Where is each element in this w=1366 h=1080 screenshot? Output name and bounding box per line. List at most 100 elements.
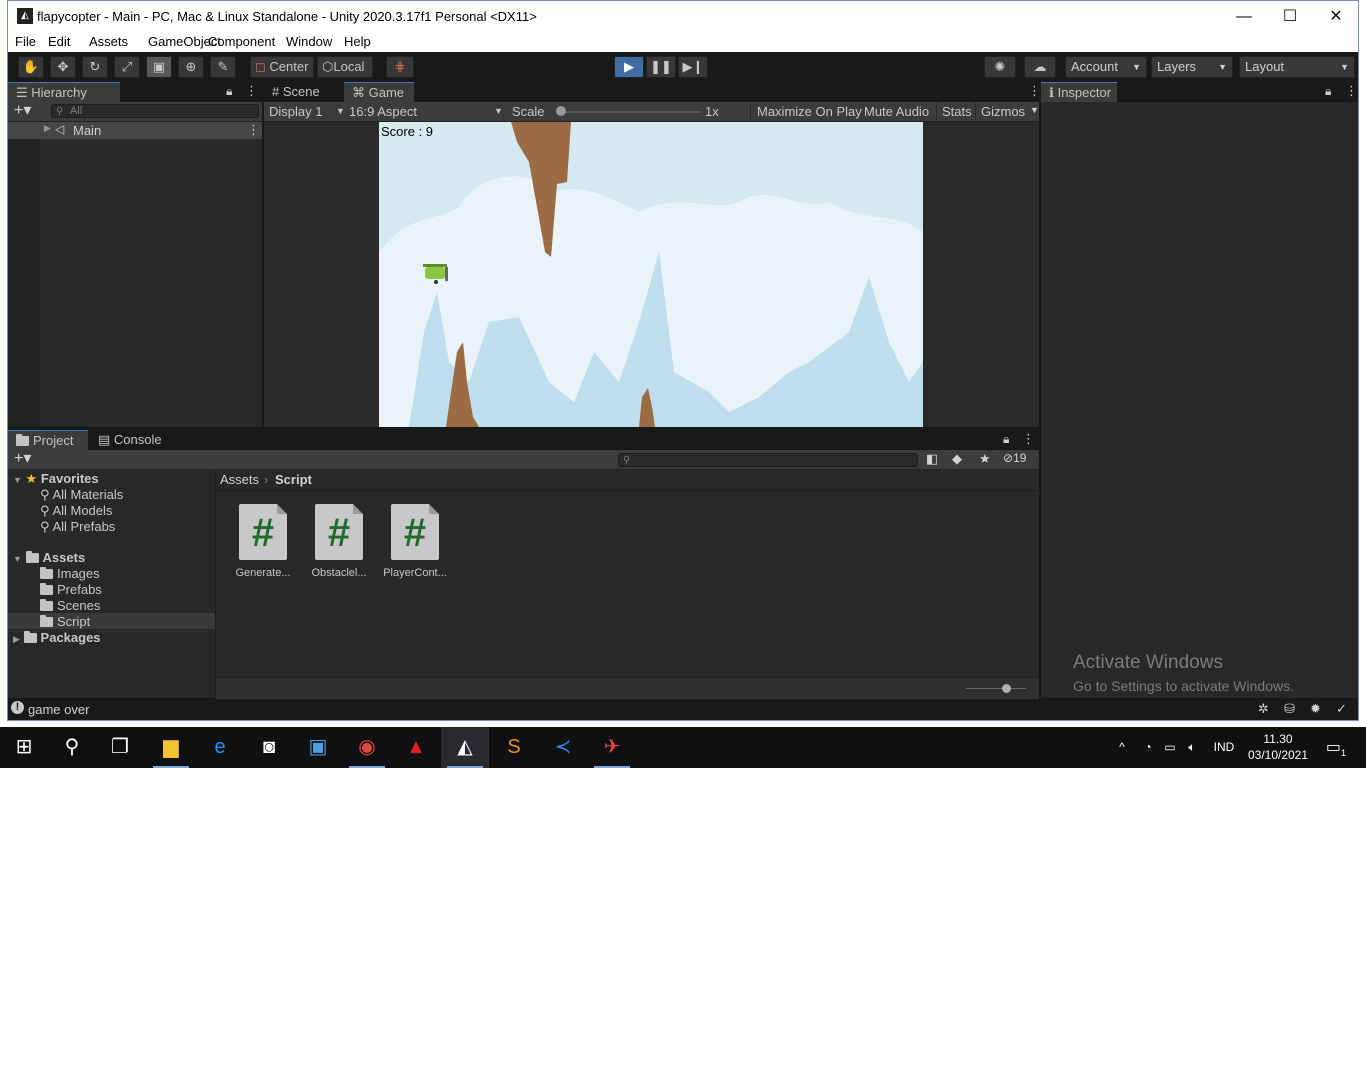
progress-check-icon[interactable]: ✓	[1336, 701, 1347, 717]
script-asset[interactable]: # Generate...	[223, 504, 303, 579]
transform-tool-icon[interactable]: ⊕	[178, 56, 204, 78]
expand-arrow-icon[interactable]: ▶	[44, 123, 51, 134]
close-button[interactable]: ✕	[1313, 1, 1359, 32]
lock-icon[interactable]: 🔒︎	[1003, 432, 1009, 447]
file-explorer-icon[interactable]: ▆	[147, 727, 195, 768]
star-icon[interactable]: ★	[979, 451, 991, 467]
step-button[interactable]: ▶❙	[678, 56, 708, 78]
status-message[interactable]: game over	[28, 702, 89, 717]
custom-tool-icon[interactable]: ✎	[210, 56, 236, 78]
layout-dropdown[interactable]: Layout ▼	[1239, 56, 1355, 78]
cache-icon[interactable]: ⛁	[1284, 701, 1295, 717]
sublime-text-icon[interactable]: S	[490, 727, 538, 768]
hierarchy-row-main[interactable]: ▶ ◁ Main ⋮	[8, 122, 262, 139]
assets-group[interactable]: ▼ Assets	[13, 550, 85, 565]
move-tool-icon[interactable]: ✥	[50, 56, 76, 78]
rect-tool-icon[interactable]: ▣	[146, 56, 172, 78]
hierarchy-search-input[interactable]: ⚲ All	[51, 104, 259, 118]
rotate-tool-icon[interactable]: ↻	[82, 56, 108, 78]
menu-component[interactable]: Component	[208, 34, 275, 49]
scale-tool-icon[interactable]: ⤢	[114, 56, 140, 78]
task-view-icon[interactable]: ❐	[96, 727, 144, 768]
tab-game[interactable]: ⌘ Game	[344, 82, 414, 102]
play-button[interactable]: ▶	[614, 56, 644, 78]
vscode-icon[interactable]: ≺	[539, 727, 587, 768]
chevron-down-icon[interactable]: ▼	[1030, 105, 1039, 115]
clock[interactable]: 11.30 03/10/2021	[1246, 727, 1310, 768]
icon-size-slider-handle[interactable]	[1002, 684, 1011, 693]
favorite-item[interactable]: ⚲ All Models	[40, 503, 112, 519]
folder-item-selected[interactable]: Script	[40, 614, 90, 629]
filter-type-icon[interactable]: ◧	[926, 451, 938, 467]
cloud-icon[interactable]: ☁	[1024, 56, 1056, 78]
menu-file[interactable]: File	[15, 34, 36, 49]
search-icon[interactable]: ⚲	[48, 727, 96, 768]
pivot-local-toggle[interactable]: ⬡Local	[317, 56, 373, 78]
lock-icon[interactable]: 🔒︎	[226, 84, 232, 99]
gizmos-toggle[interactable]: Gizmos	[975, 102, 1025, 121]
windows-start-icon[interactable]: ⊞	[0, 727, 48, 768]
grid-snap-icon[interactable]: ⋕	[386, 56, 414, 78]
pause-button[interactable]: ❚❚	[646, 56, 676, 78]
unity-icon[interactable]: ◭	[441, 727, 489, 768]
script-asset[interactable]: # Obstaclel...	[299, 504, 379, 579]
account-dropdown[interactable]: Account ▼	[1065, 56, 1147, 78]
display-dropdown[interactable]: Display 1 ▼	[269, 102, 345, 121]
game-canvas[interactable]	[379, 122, 923, 427]
acrobat-icon[interactable]: ▲	[392, 727, 440, 768]
stats-toggle[interactable]: Stats	[936, 102, 972, 121]
kebab-menu-icon[interactable]: ⋮	[1345, 83, 1358, 99]
favorite-item[interactable]: ⚲ All Materials	[40, 487, 123, 503]
scale-slider-handle[interactable]	[556, 106, 566, 116]
maximize-on-play-toggle[interactable]: Maximize On Play	[750, 102, 865, 121]
menu-assets[interactable]: Assets	[89, 34, 128, 49]
hand-tool-icon[interactable]: ✋	[18, 56, 44, 78]
edge-icon[interactable]: e	[196, 727, 244, 768]
kebab-menu-icon[interactable]: ⋮	[1028, 83, 1041, 99]
breadcrumb-current[interactable]: Script	[275, 472, 312, 487]
add-icon[interactable]: +▾	[14, 102, 31, 120]
menu-window[interactable]: Window	[286, 34, 332, 49]
lock-icon[interactable]: 🔒︎	[1325, 84, 1331, 99]
hidden-packages-toggle[interactable]: ⊘19	[1003, 451, 1026, 465]
battery-icon[interactable]: ▭	[1158, 727, 1182, 768]
chrome-icon[interactable]: ◉	[343, 727, 391, 768]
auto-generate-icon[interactable]: ✹	[1310, 701, 1321, 717]
menu-help[interactable]: Help	[344, 34, 371, 49]
add-icon[interactable]: +▾	[14, 450, 31, 468]
layers-dropdown[interactable]: Layers ▼	[1151, 56, 1233, 78]
tab-inspector[interactable]: ℹ Inspector	[1041, 82, 1117, 102]
scale-slider-track[interactable]	[556, 111, 701, 113]
icon-size-slider-track[interactable]	[966, 688, 1026, 689]
kebab-menu-icon[interactable]: ⋮	[1022, 431, 1035, 447]
maximize-button[interactable]: ☐	[1267, 1, 1313, 32]
packages-group[interactable]: ▶ Packages	[13, 630, 101, 645]
minimize-button[interactable]: —	[1221, 1, 1267, 32]
tab-hierarchy[interactable]: ☰ Hierarchy	[8, 82, 120, 102]
kebab-menu-icon[interactable]: ⋮	[245, 83, 258, 99]
tab-project[interactable]: Project	[8, 430, 88, 450]
volume-icon[interactable]: 🔈︎	[1180, 727, 1204, 768]
folder-item[interactable]: Prefabs	[40, 582, 102, 597]
favorites-group[interactable]: ▼ ★ Favorites	[13, 471, 99, 487]
aspect-dropdown[interactable]: 16:9 Aspect ▼	[349, 102, 504, 121]
filter-label-icon[interactable]: ◆	[952, 451, 962, 467]
pivot-center-toggle[interactable]: ◻ Center	[250, 56, 314, 78]
favorite-item[interactable]: ⚲ All Prefabs	[40, 519, 115, 535]
folder-item[interactable]: Images	[40, 566, 100, 581]
project-search-input[interactable]: ⚲	[618, 453, 918, 467]
breadcrumb-item[interactable]: Assets	[220, 472, 259, 487]
unity-hub-icon[interactable]: ✈	[588, 727, 636, 768]
debug-icon[interactable]: ✲	[1258, 701, 1269, 717]
folder-item[interactable]: Scenes	[40, 598, 100, 613]
kebab-menu-icon[interactable]: ⋮	[247, 122, 260, 138]
network-icon[interactable]: ◔	[1136, 727, 1160, 768]
language-indicator[interactable]: IND	[1208, 727, 1240, 768]
script-asset[interactable]: # PlayerCont...	[375, 504, 455, 579]
collab-icon[interactable]: ✺	[984, 56, 1016, 78]
mute-audio-toggle[interactable]: Mute Audio	[864, 102, 929, 121]
notification-icon[interactable]: ▭1	[1318, 727, 1354, 768]
camera-icon[interactable]: ◙	[245, 727, 293, 768]
tab-console[interactable]: ▤ Console	[90, 430, 170, 450]
media-player-icon[interactable]: ▣	[294, 727, 342, 768]
